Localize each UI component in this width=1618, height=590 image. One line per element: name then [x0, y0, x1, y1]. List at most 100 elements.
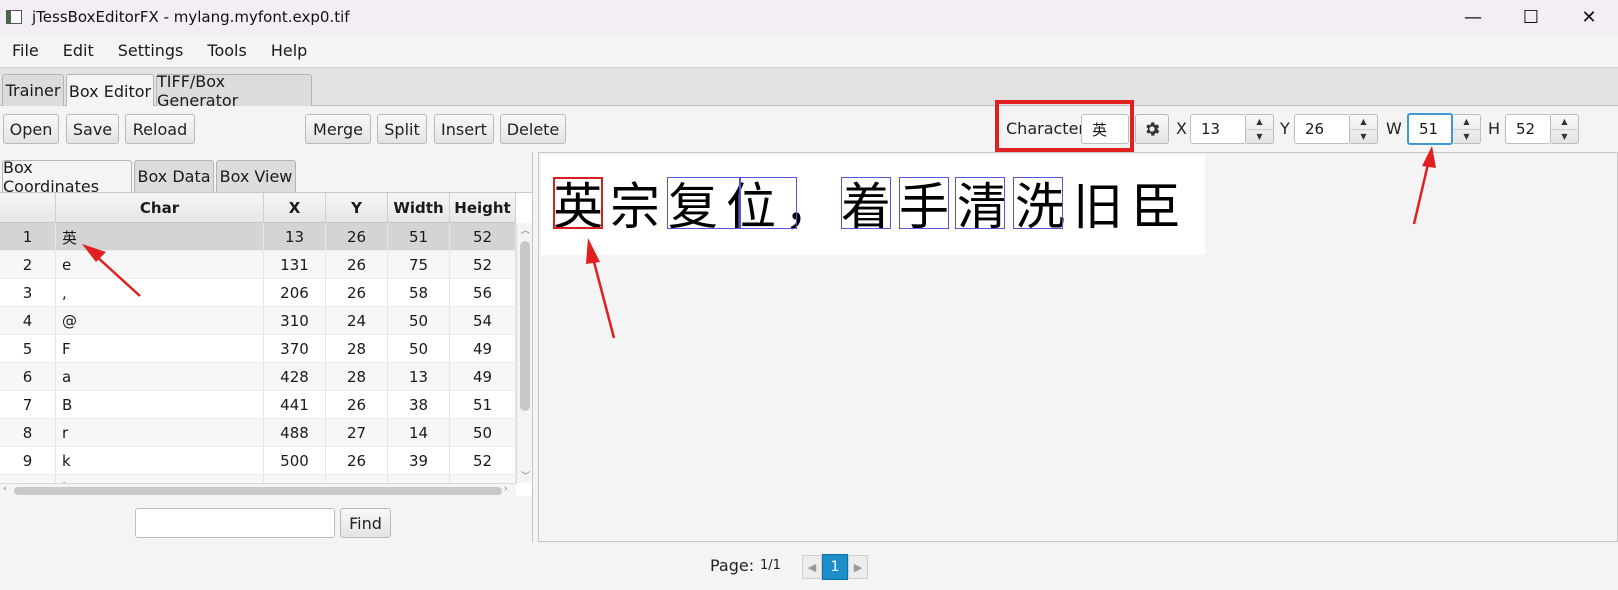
- next-page-icon[interactable]: ▶: [848, 555, 868, 579]
- y-spin-up-icon[interactable]: ▲: [1350, 115, 1377, 130]
- col-height[interactable]: Height: [450, 193, 516, 223]
- save-button[interactable]: Save: [66, 114, 119, 144]
- tab-box-data[interactable]: Box Data: [134, 160, 214, 192]
- w-spin-down-icon[interactable]: ▼: [1453, 130, 1480, 144]
- col-y[interactable]: Y: [326, 193, 388, 223]
- tab-box-editor[interactable]: Box Editor: [66, 74, 154, 107]
- h-spinner[interactable]: ▲ ▼: [1551, 114, 1579, 144]
- table-row[interactable]: 4 @310 24 50 54: [0, 307, 516, 335]
- canvas-glyph[interactable]: 臣: [1131, 179, 1181, 235]
- y-spin-down-icon[interactable]: ▼: [1350, 130, 1377, 144]
- cell-height: 56: [450, 279, 516, 307]
- h-field[interactable]: 52: [1505, 114, 1551, 144]
- y-field[interactable]: 26: [1294, 114, 1350, 144]
- h-spin-up-icon[interactable]: ▲: [1551, 115, 1578, 130]
- canvas-glyph[interactable]: 宗: [610, 179, 660, 235]
- vertical-scroll-thumb[interactable]: [520, 241, 530, 411]
- col-width[interactable]: Width: [388, 193, 450, 223]
- w-field[interactable]: 51: [1407, 113, 1453, 145]
- tab-box-coordinates[interactable]: Box Coordinates: [2, 158, 132, 196]
- character-field[interactable]: 英: [1081, 114, 1129, 144]
- table-row[interactable]: 9 k 500 26 39 52: [0, 447, 516, 475]
- x-field[interactable]: 13: [1190, 114, 1246, 144]
- menu-help[interactable]: Help: [259, 41, 319, 60]
- bounding-box[interactable]: [1013, 177, 1063, 229]
- table-row[interactable]: 5 F 370 28 50 49: [0, 335, 516, 363]
- split-button[interactable]: Split: [377, 114, 427, 144]
- menu-settings[interactable]: Settings: [106, 41, 196, 60]
- bounding-box[interactable]: [955, 177, 1005, 229]
- table-row[interactable]: 2 e 131 26 75 52: [0, 251, 516, 279]
- x-spinner[interactable]: ▲ ▼: [1246, 114, 1274, 144]
- open-button[interactable]: Open: [3, 114, 59, 144]
- scroll-right-icon[interactable]: ›: [504, 484, 508, 494]
- image-canvas[interactable]: 英宗复位，着手清洗旧臣: [541, 155, 1205, 255]
- cell-x: 488: [264, 419, 326, 447]
- y-spinner[interactable]: ▲ ▼: [1350, 114, 1378, 144]
- tab-trainer[interactable]: Trainer: [2, 74, 64, 106]
- vertical-scrollbar[interactable]: ︿ ﹀: [516, 223, 532, 483]
- reload-button[interactable]: Reload: [125, 114, 195, 144]
- delete-button[interactable]: Delete: [500, 114, 566, 144]
- scroll-down-icon[interactable]: ﹀: [521, 469, 530, 482]
- x-spin-down-icon[interactable]: ▼: [1246, 130, 1273, 144]
- scroll-up-icon[interactable]: ︿: [521, 223, 530, 236]
- gear-icon[interactable]: [1135, 114, 1169, 144]
- cell-char: F: [56, 335, 264, 363]
- x-label: X: [1176, 119, 1187, 138]
- cell-y: 26: [326, 447, 388, 475]
- col-x[interactable]: X: [264, 193, 326, 223]
- tab-box-view[interactable]: Box View: [216, 160, 296, 192]
- w-spin-up-icon[interactable]: ▲: [1453, 115, 1480, 130]
- close-button[interactable]: ✕: [1560, 0, 1618, 34]
- menu-edit[interactable]: Edit: [51, 41, 106, 60]
- find-button[interactable]: Find: [340, 508, 391, 538]
- h-spin-down-icon[interactable]: ▼: [1551, 130, 1578, 144]
- table-row[interactable]: 3, 206 26 58 56: [0, 279, 516, 307]
- cell-height: 52: [450, 447, 516, 475]
- bounding-box[interactable]: [739, 177, 797, 229]
- left-panel: Box Coordinates Box Data Box View Char X…: [0, 152, 533, 542]
- tab-tiff-box-generator[interactable]: TIFF/Box Generator: [156, 72, 312, 110]
- insert-button[interactable]: Insert: [434, 114, 494, 144]
- gear-icon-svg: [1146, 122, 1160, 136]
- col-char[interactable]: Char: [56, 193, 264, 223]
- maximize-button[interactable]: ☐: [1502, 0, 1560, 34]
- col-index[interactable]: [0, 193, 56, 223]
- horizontal-scroll-thumb[interactable]: [14, 487, 502, 495]
- cell-index: 4: [0, 307, 56, 335]
- horizontal-scrollbar[interactable]: ‹ ›: [0, 483, 516, 496]
- menu-file[interactable]: File: [0, 41, 51, 60]
- h-label: H: [1488, 119, 1501, 138]
- x-spin-up-icon[interactable]: ▲: [1246, 115, 1273, 130]
- table-row[interactable]: 1 英 13 26 51 52: [0, 223, 516, 251]
- table-row[interactable]: 7 B 441 26 38 51: [0, 391, 516, 419]
- cell-y: 28: [326, 335, 388, 363]
- cell-char: e: [56, 251, 264, 279]
- cell-x: 310: [264, 307, 326, 335]
- table-row[interactable]: 8 r 488 27 14 50: [0, 419, 516, 447]
- bounding-box[interactable]: [667, 177, 741, 229]
- menu-tools[interactable]: Tools: [195, 41, 258, 60]
- scroll-left-icon[interactable]: ‹: [3, 484, 7, 494]
- prev-page-icon[interactable]: ◀: [802, 555, 822, 579]
- table-row[interactable]: 6 a 428 28 13 49: [0, 363, 516, 391]
- find-input[interactable]: [135, 508, 335, 538]
- merge-button[interactable]: Merge: [305, 114, 371, 144]
- cell-index: 1: [0, 223, 56, 251]
- bounding-box[interactable]: [841, 177, 891, 229]
- selected-bounding-box[interactable]: [553, 177, 603, 229]
- cell-index: 8: [0, 419, 56, 447]
- cell-height: 51: [450, 391, 516, 419]
- cell-char: @: [56, 307, 264, 335]
- minimize-button[interactable]: —: [1444, 0, 1502, 34]
- cell-width: 14: [388, 419, 450, 447]
- page-1-button[interactable]: 1: [822, 554, 848, 580]
- cell-height: 52: [450, 251, 516, 279]
- w-spinner[interactable]: ▲ ▼: [1453, 114, 1481, 144]
- cell-height: 54: [450, 307, 516, 335]
- cell-height: 50: [450, 419, 516, 447]
- canvas-glyph[interactable]: 旧: [1073, 179, 1123, 235]
- bounding-box[interactable]: [899, 177, 949, 229]
- cell-index: 7: [0, 391, 56, 419]
